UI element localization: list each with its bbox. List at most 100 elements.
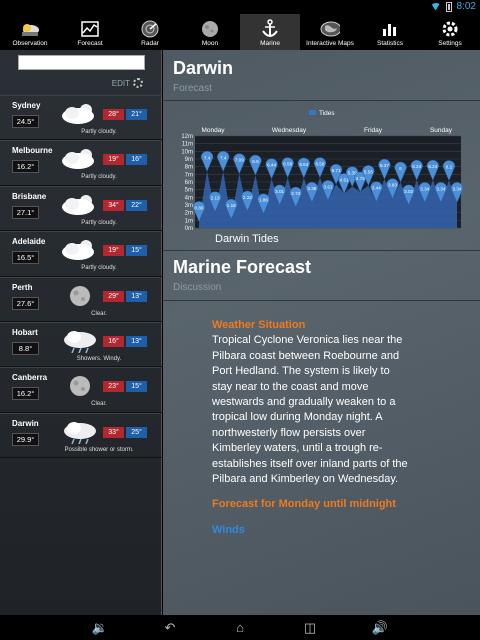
legend-label: Tides <box>319 110 335 117</box>
tab-moon[interactable]: Moon <box>180 14 240 50</box>
status-time: 8:02 <box>456 1 476 12</box>
divider <box>163 100 480 101</box>
gear-icon <box>133 78 143 88</box>
edit-button[interactable]: EDIT <box>112 78 143 88</box>
tide-value-label: 7.4 <box>204 155 211 160</box>
tide-value-label: 1.16 <box>227 203 236 208</box>
city-name: Melbourne <box>12 146 53 156</box>
recent-apps-icon[interactable]: ◫ <box>300 620 320 636</box>
volume-down-icon[interactable]: 🔉 <box>90 620 110 636</box>
tide-value-label: 6.24 <box>428 164 437 169</box>
tab-label: Observation <box>12 40 48 47</box>
city-description: Clear. <box>91 401 107 408</box>
tide-value-label: 6.2 <box>446 164 453 169</box>
y-tick-label: 5m <box>185 188 193 194</box>
tab-settings[interactable]: Settings <box>420 14 480 50</box>
tide-value-label: 6.9 <box>252 159 259 164</box>
min-temp-badge: 15° <box>126 381 147 393</box>
max-temp-badge: 28° <box>103 109 124 120</box>
current-temp: 27.6° <box>12 296 39 310</box>
gear-icon <box>440 20 460 38</box>
tide-value-label: 3.01 <box>275 189 284 194</box>
city-name: Canberra <box>12 373 48 383</box>
discussion-subtitle: Discussion <box>173 282 222 293</box>
forecast-subtitle: Forecast <box>173 83 212 94</box>
edit-label: EDIT <box>111 78 130 88</box>
partly-cloudy-icon <box>62 149 94 170</box>
tide-value-label: 3.02 <box>404 189 413 194</box>
tab-label: Interactive Maps <box>306 40 354 47</box>
tab-label: Statistics <box>376 40 403 47</box>
y-tick-label: 0m <box>185 226 193 232</box>
city-title: Darwin <box>173 58 234 78</box>
tab-radar[interactable]: Radar <box>120 14 180 50</box>
city-name: Brisbane <box>12 191 47 201</box>
max-temp-badge: 19° <box>103 245 124 257</box>
search-input[interactable] <box>18 55 145 70</box>
tide-value-label: 6.44 <box>267 163 276 168</box>
y-tick-label: 7m <box>185 172 193 178</box>
current-temp: 16.5° <box>12 251 39 265</box>
tab-bar: Observation Forecast Radar Moon Marine I… <box>0 14 480 50</box>
volume-up-icon[interactable]: 🔊 <box>370 620 390 636</box>
y-tick-label: 9m <box>185 157 193 163</box>
tide-value-label: 2.13 <box>211 196 220 201</box>
home-icon[interactable]: ⌂ <box>230 620 250 635</box>
min-temp-badge: 16° <box>126 154 147 166</box>
tab-label: Marine <box>260 40 280 47</box>
legend-swatch <box>309 110 316 115</box>
city-row[interactable]: Darwin 29.9° 33° 25° Possible shower or stor… <box>0 412 162 459</box>
tab-marine[interactable]: Marine <box>240 14 300 50</box>
tab-statistics[interactable]: Statistics <box>360 14 420 50</box>
observation-icon <box>20 20 40 38</box>
battery-icon <box>445 1 452 12</box>
tab-interactive-maps[interactable]: Interactive Maps <box>300 14 360 50</box>
city-name: Darwin <box>12 418 39 428</box>
status-bar: 8:02 <box>0 0 480 14</box>
city-row[interactable]: Adelaide 16.5° 19° 15° Partly cloudy. <box>0 231 162 277</box>
city-row[interactable]: Hobart 8.8° 16° 13° Showers. Windy. <box>0 321 162 368</box>
day-label: Friday <box>364 127 383 134</box>
current-temp: 29.9° <box>12 432 39 446</box>
min-temp-badge: 13° <box>126 290 147 302</box>
city-row[interactable]: Perth 27.6° 29° 13° Clear. <box>0 276 162 322</box>
tide-value-label: 3.61 <box>324 184 333 189</box>
max-temp-badge: 29° <box>103 290 124 302</box>
city-row[interactable]: Melbourne 16.2° 19° 16° Partly cloudy. <box>0 140 162 186</box>
city-name: Sydney <box>12 101 41 110</box>
day-label: Sunday <box>430 127 453 134</box>
winds-heading: Winds <box>212 523 245 536</box>
rain-cloud-icon <box>64 421 96 444</box>
tide-value-label: 6.37 <box>380 163 389 168</box>
max-temp-badge: 19° <box>103 154 124 166</box>
tide-value-label: 7.4 <box>220 155 227 160</box>
tab-label: Moon <box>201 40 219 47</box>
partly-cloudy-icon <box>62 240 94 261</box>
city-name: Adelaide <box>12 237 46 247</box>
current-temp: 8.8° <box>12 341 39 355</box>
city-row[interactable]: Brisbane 27.1° 34° 22° Partly cloudy. <box>0 185 162 232</box>
current-temp: 16.2° <box>12 387 39 401</box>
current-temp: 16.2° <box>12 160 39 174</box>
city-name: Perth <box>12 282 33 292</box>
tide-value-label: 5.56 <box>364 169 373 174</box>
max-temp-badge: 34° <box>103 199 124 211</box>
situation-text: Tropical Cyclone Veronica lies near the … <box>212 334 408 486</box>
city-row[interactable]: Canberra 16.2° 23° 15° Clear. <box>0 367 162 413</box>
min-temp-badge: 13° <box>126 335 147 347</box>
tide-value-label: 3.44 <box>372 186 381 191</box>
city-list: Sydney 24.5° 28° 21° Partly cloudy. Melbourne… <box>0 95 162 459</box>
tide-value-label: 3.83 <box>388 183 397 188</box>
tide-value-label: 2.22 <box>243 195 252 200</box>
forecast-icon <box>80 20 100 38</box>
statistics-icon <box>380 20 400 38</box>
tide-value-label: 7.09 <box>235 158 244 163</box>
tab-forecast[interactable]: Forecast <box>60 14 120 50</box>
city-row[interactable]: Sydney 24.5° 28° 21° Partly cloudy. <box>0 95 162 141</box>
divider <box>163 250 480 251</box>
max-temp-badge: 23° <box>103 381 124 393</box>
tab-observation[interactable]: Observation <box>0 14 60 50</box>
back-icon[interactable]: ↶ <box>160 620 180 636</box>
tide-value-label: 6.58 <box>315 162 324 167</box>
tide-value-label: 3.36 <box>307 186 316 191</box>
